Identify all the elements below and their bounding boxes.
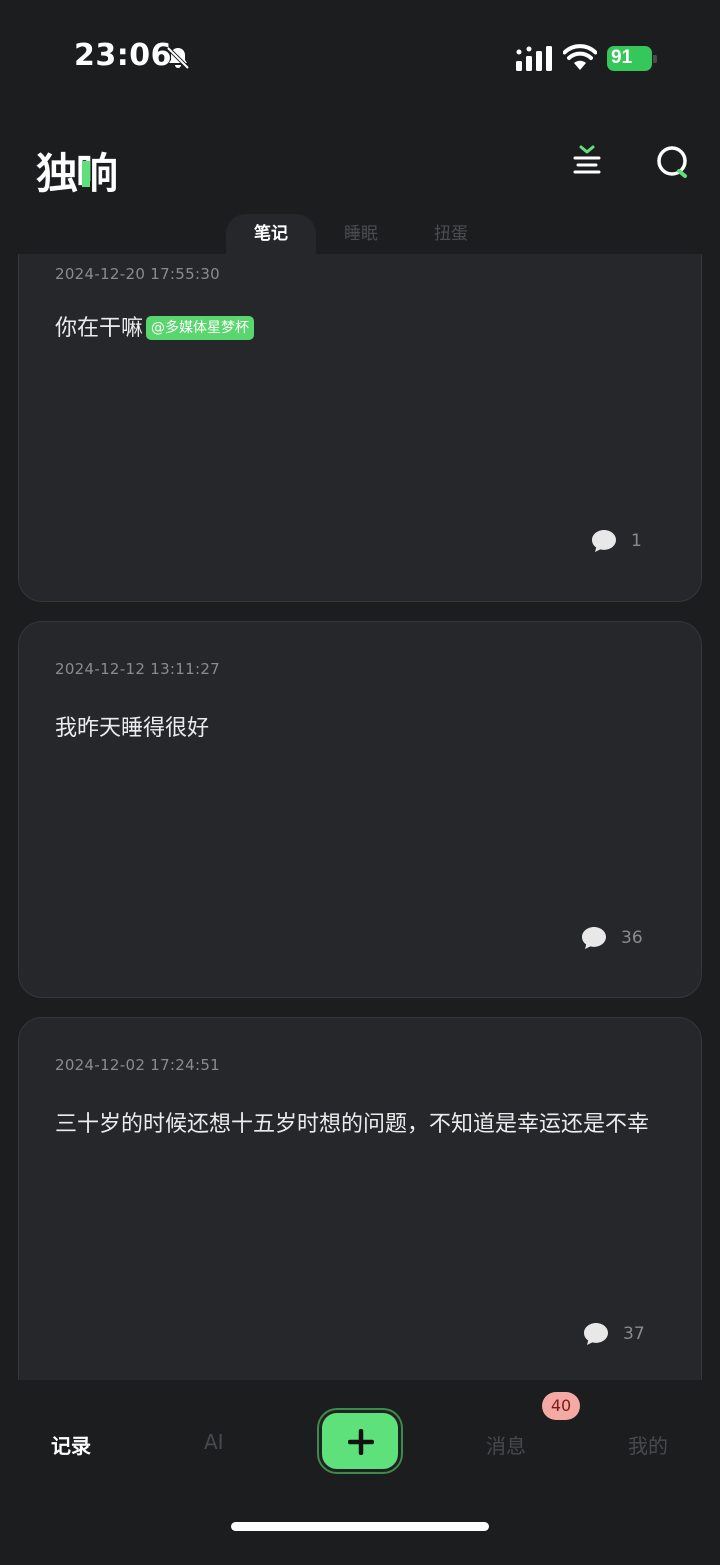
comment-count-group[interactable]: 1 [591, 529, 642, 553]
comment-count: 36 [621, 928, 643, 948]
bottom-nav: 记录 AI 消息 40 我的 [0, 1380, 720, 1565]
app-logo: 独响 [36, 140, 118, 201]
tab-sleep[interactable]: 睡眠 [316, 214, 406, 254]
comment-count-group[interactable]: 36 [581, 926, 643, 950]
post-date: 2024-12-02 17:24:51 [55, 1056, 221, 1074]
post-card[interactable]: 2024-12-20 17:55:30 你在干嘛 @多媒体星梦杯 1 [18, 254, 702, 602]
home-indicator[interactable] [231, 1522, 489, 1531]
nav-mine[interactable]: 我的 [628, 1430, 668, 1459]
status-bar: 23:06 91 [0, 0, 720, 118]
nav-ai[interactable]: AI [204, 1430, 224, 1454]
battery-indicator: 91 [607, 46, 657, 72]
nav-records[interactable]: 记录 [51, 1430, 91, 1459]
search-icon[interactable] [655, 144, 691, 180]
comment-count-group[interactable]: 37 [583, 1322, 645, 1346]
post-card[interactable]: 2024-12-12 13:11:27 我昨天睡得很好 36 [18, 621, 702, 998]
post-card[interactable]: 2024-12-02 17:24:51 三十岁的时候还想十五岁时想的问题，不知道… [18, 1017, 702, 1380]
battery-tip [653, 55, 657, 63]
post-text-content: 你在干嘛 [55, 316, 144, 341]
add-post-button[interactable] [319, 1410, 401, 1472]
comment-icon [582, 927, 606, 949]
post-text: 你在干嘛 @多媒体星梦杯 [55, 315, 665, 342]
cellular-signal-icon [516, 46, 552, 71]
status-time: 23:06 [74, 38, 172, 73]
comment-count: 37 [623, 1324, 645, 1344]
plus-icon [348, 1429, 374, 1455]
wifi-icon [563, 44, 597, 70]
post-date: 2024-12-12 13:11:27 [55, 660, 221, 678]
comment-count: 1 [631, 531, 642, 551]
logo-char-2: 响 [76, 149, 118, 198]
comment-icon [584, 1323, 608, 1345]
filter-menu-icon[interactable] [570, 144, 604, 178]
post-text: 我昨天睡得很好 [55, 716, 210, 741]
tab-bar: 笔记 睡眠 扭蛋 [226, 214, 496, 254]
mention-tag[interactable]: @多媒体星梦杯 [146, 316, 255, 340]
post-date: 2024-12-20 17:55:30 [55, 265, 221, 283]
bell-off-icon [166, 46, 190, 70]
post-text: 三十岁的时候还想十五岁时想的问题，不知道是幸运还是不幸 [55, 1112, 650, 1137]
logo-char-1: 独 [36, 149, 78, 198]
tab-capsule[interactable]: 扭蛋 [406, 214, 496, 254]
post-list: 2024-12-20 17:55:30 你在干嘛 @多媒体星梦杯 1 2024-1… [0, 254, 720, 1380]
nav-messages[interactable]: 消息 [486, 1430, 526, 1459]
message-badge: 40 [542, 1392, 580, 1420]
comment-icon [592, 530, 616, 552]
tab-notes[interactable]: 笔记 [226, 214, 316, 254]
battery-level: 91 [611, 47, 633, 68]
